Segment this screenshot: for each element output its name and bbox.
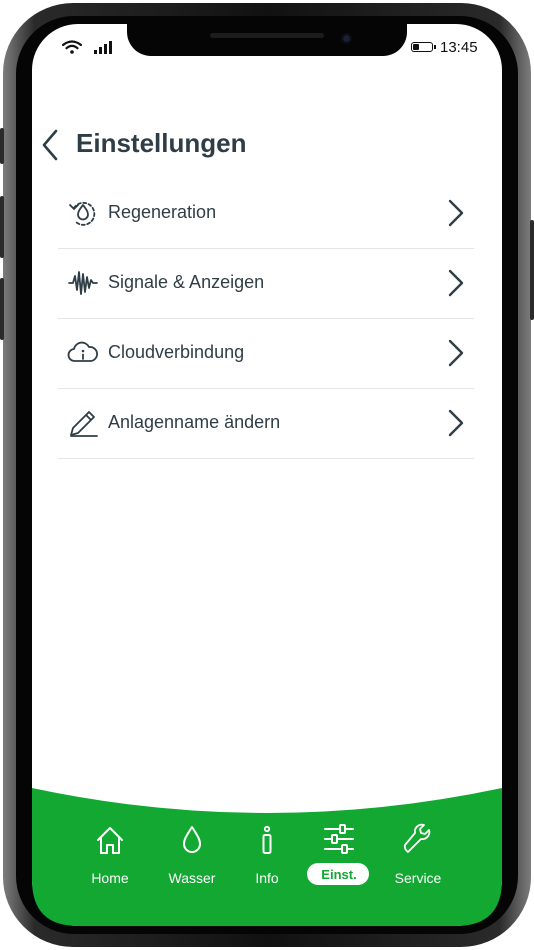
tab-einstellungen[interactable]: Einst. bbox=[301, 822, 377, 892]
chevron-right-icon bbox=[448, 269, 464, 297]
volume-down-button bbox=[0, 278, 4, 340]
wifi-icon bbox=[62, 40, 82, 54]
info-icon bbox=[262, 825, 272, 854]
menu-item-label: Cloudverbindung bbox=[108, 342, 245, 362]
tab-label: Service bbox=[394, 870, 442, 886]
speaker bbox=[210, 33, 324, 38]
signal-wave-icon bbox=[68, 271, 98, 295]
menu-item-regeneration[interactable]: Regeneration bbox=[58, 178, 474, 249]
tab-home[interactable]: Home bbox=[72, 822, 148, 892]
cloud-info-icon bbox=[67, 341, 98, 362]
power-button bbox=[530, 220, 534, 320]
cellular-signal-icon bbox=[94, 41, 112, 54]
home-icon bbox=[97, 827, 123, 854]
pencil-icon bbox=[70, 411, 98, 437]
chevron-right-icon bbox=[448, 409, 464, 437]
volume-up-button bbox=[0, 196, 4, 258]
water-drop-icon bbox=[183, 826, 201, 853]
tab-service[interactable]: Service bbox=[380, 822, 456, 892]
chevron-right-icon bbox=[448, 339, 464, 367]
front-camera bbox=[341, 33, 352, 44]
tab-label: Einst. bbox=[321, 867, 357, 882]
wrench-icon bbox=[403, 823, 431, 853]
menu-item-cloudverbindung[interactable]: Cloudverbindung bbox=[58, 318, 474, 389]
back-chevron-icon[interactable] bbox=[38, 128, 62, 162]
tab-label: Info bbox=[255, 870, 279, 886]
sliders-icon bbox=[324, 824, 354, 854]
tab-info[interactable]: Info bbox=[229, 822, 305, 892]
tab-label: Home bbox=[91, 870, 129, 886]
tab-label: Wasser bbox=[168, 870, 216, 886]
regeneration-icon bbox=[69, 201, 96, 226]
menu-item-signale-anzeigen[interactable]: Signale & Anzeigen bbox=[58, 248, 474, 319]
battery-icon bbox=[411, 42, 436, 52]
chevron-right-icon bbox=[448, 199, 464, 227]
menu-item-label: Signale & Anzeigen bbox=[108, 272, 265, 292]
notch bbox=[127, 24, 407, 56]
status-time: 13:45 bbox=[440, 39, 478, 56]
menu-item-label: Anlagenname ändern bbox=[108, 412, 281, 432]
page-title: Einstellungen bbox=[76, 128, 247, 158]
menu-item-anlagenname-aendern[interactable]: Anlagenname ändern bbox=[58, 388, 474, 459]
tab-wasser[interactable]: Wasser bbox=[154, 822, 230, 892]
menu-item-label: Regeneration bbox=[108, 202, 217, 222]
mute-switch bbox=[0, 128, 4, 164]
